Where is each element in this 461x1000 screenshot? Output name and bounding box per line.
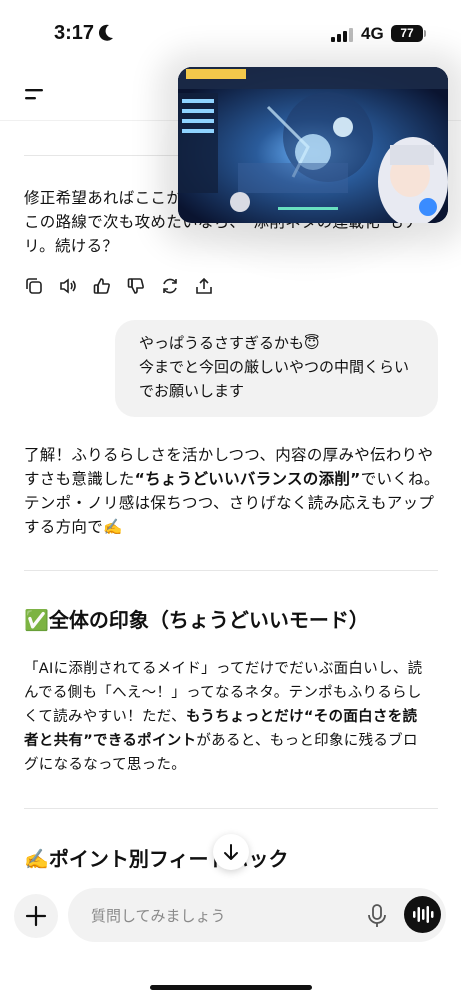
reply-line: 了解！ふりるらしさを活かしつつ、内容の厚みや伝わりや: [24, 446, 434, 464]
game-video-frame: [178, 67, 448, 223]
thumbs-down-icon[interactable]: [126, 276, 146, 296]
scroll-down-icon: [224, 844, 238, 860]
user-message-line: でお願いします: [139, 382, 245, 400]
scroll-down-button[interactable]: [213, 834, 249, 870]
reply-emphasis: “ちょうどいいバランスの添削”: [134, 470, 361, 488]
menu-icon[interactable]: [23, 86, 45, 104]
reply-line: んでる側も「へえ〜！」ってなるネタ。テンポもふりるらし: [24, 685, 422, 701]
user-message-bubble: やっぱうるさすぎるかも😇 今までと今回の厳しいやつの中間くらい でお願いします: [115, 320, 438, 417]
reply-line: くて読みやすい！ただ、もうちょっとだけ“その面白さを読: [24, 705, 417, 729]
section-divider: [24, 570, 438, 571]
reply-emphasis: もうちょっとだけ“その面白さを読: [185, 709, 418, 725]
voice-mode-button[interactable]: [404, 896, 441, 933]
moon-icon: [98, 24, 113, 41]
section-divider: [24, 808, 438, 809]
voice-mode-icon: [413, 906, 434, 923]
reply-text: でいくね。: [360, 470, 440, 488]
reply-emphasis: 者と共有”できるポイント: [24, 733, 197, 749]
thumbs-up-icon[interactable]: [92, 276, 112, 296]
prev-message-line: リ。続ける？: [24, 237, 119, 255]
reply-text: くて読みやすい！ただ、: [24, 709, 186, 725]
user-message-line: 今までと今回の厳しいやつの中間くらい: [139, 358, 410, 376]
reply-text: があると、もっと印象に残るブロ: [196, 733, 418, 749]
mic-icon[interactable]: [367, 903, 387, 929]
home-indicator: [150, 985, 312, 990]
reply-line: テンポ・ノリ感は保ちつつ、さりげなく読み応えもアップ: [24, 494, 435, 512]
reply-line: 者と共有”できるポイントがあると、もっと印象に残るブロ: [24, 729, 418, 753]
network-type: 4G: [361, 24, 384, 43]
add-attachment-button[interactable]: [14, 894, 58, 938]
reply-line: する方向で✍️: [24, 518, 123, 536]
signal-icon: [331, 28, 353, 42]
copy-icon[interactable]: [24, 276, 44, 296]
pip-video-player[interactable]: [178, 67, 448, 223]
plus-icon: [25, 905, 47, 927]
battery-icon: 77: [391, 25, 423, 42]
reply-line: すさも意識した“ちょうどいいバランスの添削”でいくね。: [24, 467, 440, 491]
user-message-line: やっぱうるさすぎるかも😇: [139, 334, 320, 352]
battery-tip: [424, 30, 426, 37]
battery-level: 77: [400, 26, 414, 40]
section-heading: ✅全体の印象（ちょうどいいモード）: [24, 608, 369, 632]
status-time: 3:17: [54, 22, 95, 44]
speaker-icon[interactable]: [58, 276, 78, 296]
reply-line: グになるなって思った。: [24, 757, 187, 773]
reply-text: すさも意識した: [24, 470, 135, 488]
input-placeholder: 質問してみましょう: [91, 907, 226, 925]
reply-line: 「AIに添削されてるメイド」ってだけでだいぶ面白いし、読: [24, 661, 423, 677]
